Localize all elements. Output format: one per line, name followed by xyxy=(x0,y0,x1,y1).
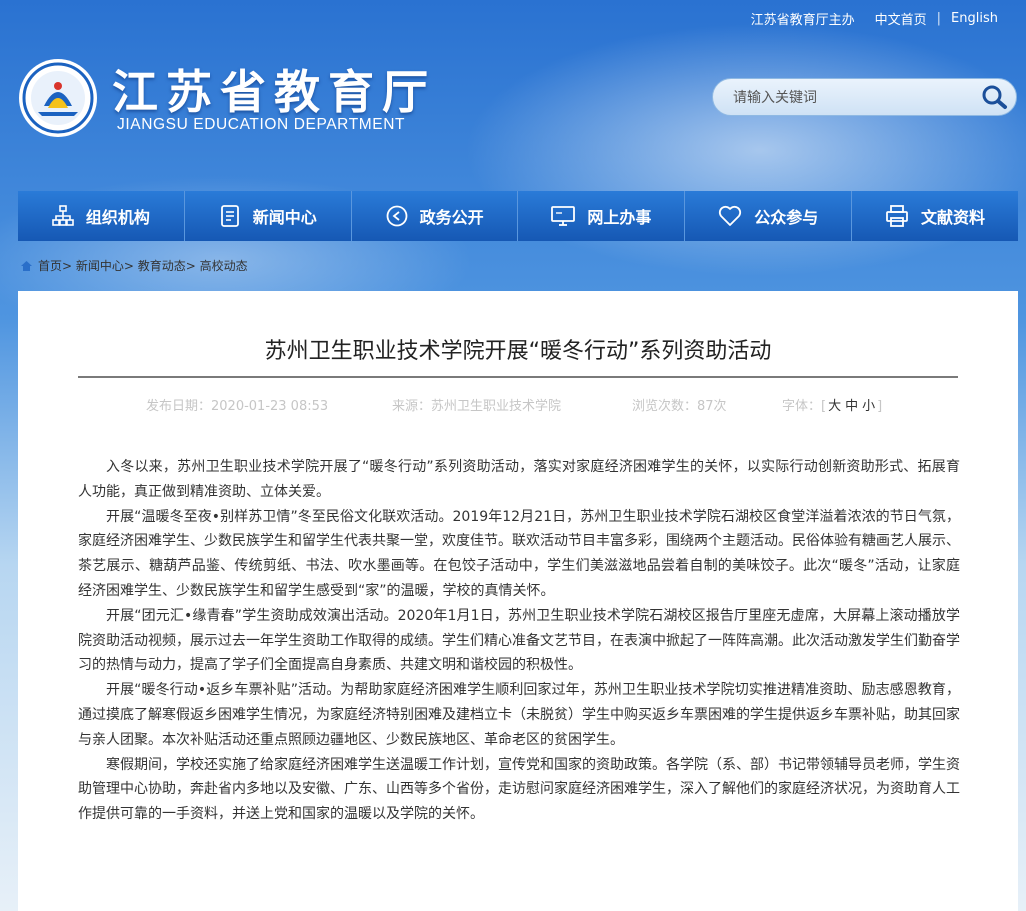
nav-label: 新闻中心 xyxy=(252,208,317,227)
news-icon xyxy=(220,205,239,227)
play-circle-icon xyxy=(386,205,407,227)
english-link[interactable]: English xyxy=(941,11,1008,26)
top-links: 江苏省教育厅主办 中文首页 | English xyxy=(741,9,1008,28)
nav-item-documents[interactable]: 文献资料 xyxy=(852,191,1018,241)
breadcrumb-edu-news[interactable]: 教育动态 xyxy=(138,257,186,274)
monitor-icon xyxy=(551,206,576,226)
search-icon[interactable] xyxy=(980,84,1008,110)
chinese-home-link[interactable]: 中文首页 xyxy=(865,9,937,28)
nav-label: 政务公开 xyxy=(419,208,484,227)
article-paragraph: 开展“暖冬行动•返乡车票补贴”活动。为帮助家庭经济困难学生顺利回家过年，苏州卫生… xyxy=(78,682,960,748)
logo-chinese-title: 江苏省教育厅 xyxy=(112,65,436,119)
nav-item-public-participation[interactable]: 公众参与 xyxy=(685,191,853,241)
article-meta: 发布日期：2020-01-23 08:53 来源：苏州卫生职业技术学院 浏览次数… xyxy=(146,395,882,414)
nav-label: 组织机构 xyxy=(85,208,150,227)
article-body: 入冬以来，苏州卫生职业技术学院开展了“暖冬行动”系列资助活动，落实对家庭经济困难… xyxy=(78,455,960,827)
logo-emblem-icon[interactable] xyxy=(18,58,98,138)
logo-english-title: JIANGSU EDUCATION DEPARTMENT xyxy=(117,116,406,133)
title-divider xyxy=(78,376,958,378)
divider: | xyxy=(936,10,942,26)
publish-date: 发布日期：2020-01-23 08:53 xyxy=(146,399,329,414)
article-panel: 苏州卫生职业技术学院开展“暖冬行动”系列资助活动 发布日期：2020-01-23… xyxy=(18,291,1018,911)
article-title: 苏州卫生职业技术学院开展“暖冬行动”系列资助活动 xyxy=(264,339,772,364)
font-large-button[interactable]: 大 xyxy=(828,399,841,414)
breadcrumb: 首页 > 新闻中心 > 教育动态 > 高校动态 xyxy=(20,257,248,274)
main-nav: 组织机构 新闻中心 政务公开 网上办事 公众参与 文献资料 xyxy=(18,191,1018,241)
heart-icon xyxy=(719,205,742,226)
view-count: 浏览次数：87次 xyxy=(632,399,727,414)
font-small-button[interactable]: 小 xyxy=(862,399,875,414)
nav-item-government-affairs[interactable]: 政务公开 xyxy=(351,191,519,241)
nav-label: 文献资料 xyxy=(921,208,986,227)
font-size-control: 字体：[大中小] xyxy=(782,399,883,414)
nav-label: 公众参与 xyxy=(754,208,819,227)
nav-item-online-services[interactable]: 网上办事 xyxy=(518,191,686,241)
breadcrumb-university-news[interactable]: 高校动态 xyxy=(200,257,248,274)
nav-label: 网上办事 xyxy=(587,208,652,227)
article-paragraph: 入冬以来，苏州卫生职业技术学院开展了“暖冬行动”系列资助活动，落实对家庭经济困难… xyxy=(78,459,960,500)
home-icon xyxy=(21,260,32,271)
article-paragraph: 开展“团元汇•缘青春”学生资助成效演出活动。2020年1月1日，苏州卫生职业技术… xyxy=(78,607,960,674)
printer-icon xyxy=(886,205,908,227)
nav-item-news[interactable]: 新闻中心 xyxy=(184,191,352,241)
search-box xyxy=(712,78,1017,116)
article-paragraph: 寒假期间，学校还实施了给家庭经济困难学生送温暖工作计划，宣传党和国家的资助政策。… xyxy=(78,756,960,823)
breadcrumb-home[interactable]: 首页 xyxy=(38,257,62,274)
article-paragraph: 开展“温暖冬至夜•别样苏卫情”冬至民俗文化联欢活动。2019年12月21日，苏州… xyxy=(78,508,960,599)
breadcrumb-news[interactable]: 新闻中心 xyxy=(76,257,124,274)
org-chart-icon xyxy=(52,205,74,226)
font-medium-button[interactable]: 中 xyxy=(845,399,858,414)
nav-item-organization[interactable]: 组织机构 xyxy=(18,191,185,241)
search-input[interactable] xyxy=(731,87,965,109)
article-source: 来源：苏州卫生职业技术学院 xyxy=(392,399,562,414)
host-label: 江苏省教育厅主办 xyxy=(750,12,855,28)
